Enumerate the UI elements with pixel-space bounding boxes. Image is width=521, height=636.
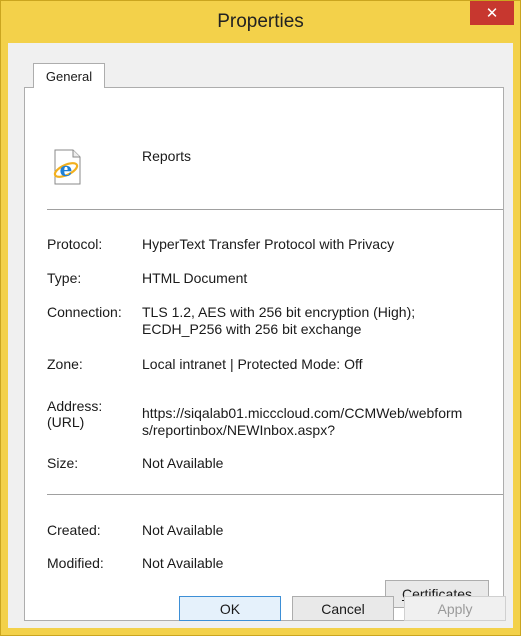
- close-icon: ✕: [485, 5, 499, 22]
- type-label: Type:: [47, 270, 82, 286]
- size-label: Size:: [47, 455, 79, 471]
- properties-window: Properties ✕ General e Reports Protocol:…: [0, 0, 521, 636]
- separator: [47, 209, 503, 210]
- created-value: Not Available: [142, 522, 224, 538]
- protocol-value: HyperText Transfer Protocol with Privacy: [142, 236, 395, 252]
- address-value-line2: s/reportinbox/NEWInbox.aspx?: [142, 422, 335, 438]
- address-label-line1: Address:: [47, 398, 103, 414]
- dialog-client-area: General e Reports Protocol: HyperText Tr…: [8, 43, 513, 628]
- zone-label: Zone:: [47, 356, 83, 372]
- connection-value-line2: ECDH_P256 with 256 bit exchange: [142, 321, 362, 337]
- connection-value-line1: TLS 1.2, AES with 256 bit encryption (Hi…: [142, 304, 416, 320]
- svg-text:e: e: [60, 157, 73, 181]
- ie-document-icon: e: [53, 149, 81, 185]
- item-name: Reports: [142, 148, 192, 164]
- modified-label: Modified:: [47, 555, 104, 571]
- size-value: Not Available: [142, 455, 224, 471]
- title-bar[interactable]: Properties ✕: [1, 1, 520, 43]
- window-title: Properties: [217, 11, 304, 32]
- separator: [47, 494, 503, 495]
- general-tab-panel: e Reports Protocol: HyperText Transfer P…: [24, 87, 504, 621]
- created-label: Created:: [47, 522, 101, 538]
- tab-general[interactable]: General: [33, 63, 105, 88]
- type-value: HTML Document: [142, 270, 248, 286]
- address-label-line2: (URL): [47, 414, 85, 430]
- close-button[interactable]: ✕: [470, 1, 514, 25]
- address-value-line1: https://siqalab01.micccloud.com/CCMWeb/w…: [142, 405, 463, 421]
- zone-value: Local intranet | Protected Mode: Off: [142, 356, 363, 372]
- cancel-button[interactable]: Cancel: [292, 596, 394, 621]
- ok-button[interactable]: OK: [179, 596, 281, 621]
- modified-value: Not Available: [142, 555, 224, 571]
- apply-button[interactable]: Apply: [404, 596, 506, 621]
- connection-label: Connection:: [47, 304, 122, 320]
- protocol-label: Protocol:: [47, 236, 103, 252]
